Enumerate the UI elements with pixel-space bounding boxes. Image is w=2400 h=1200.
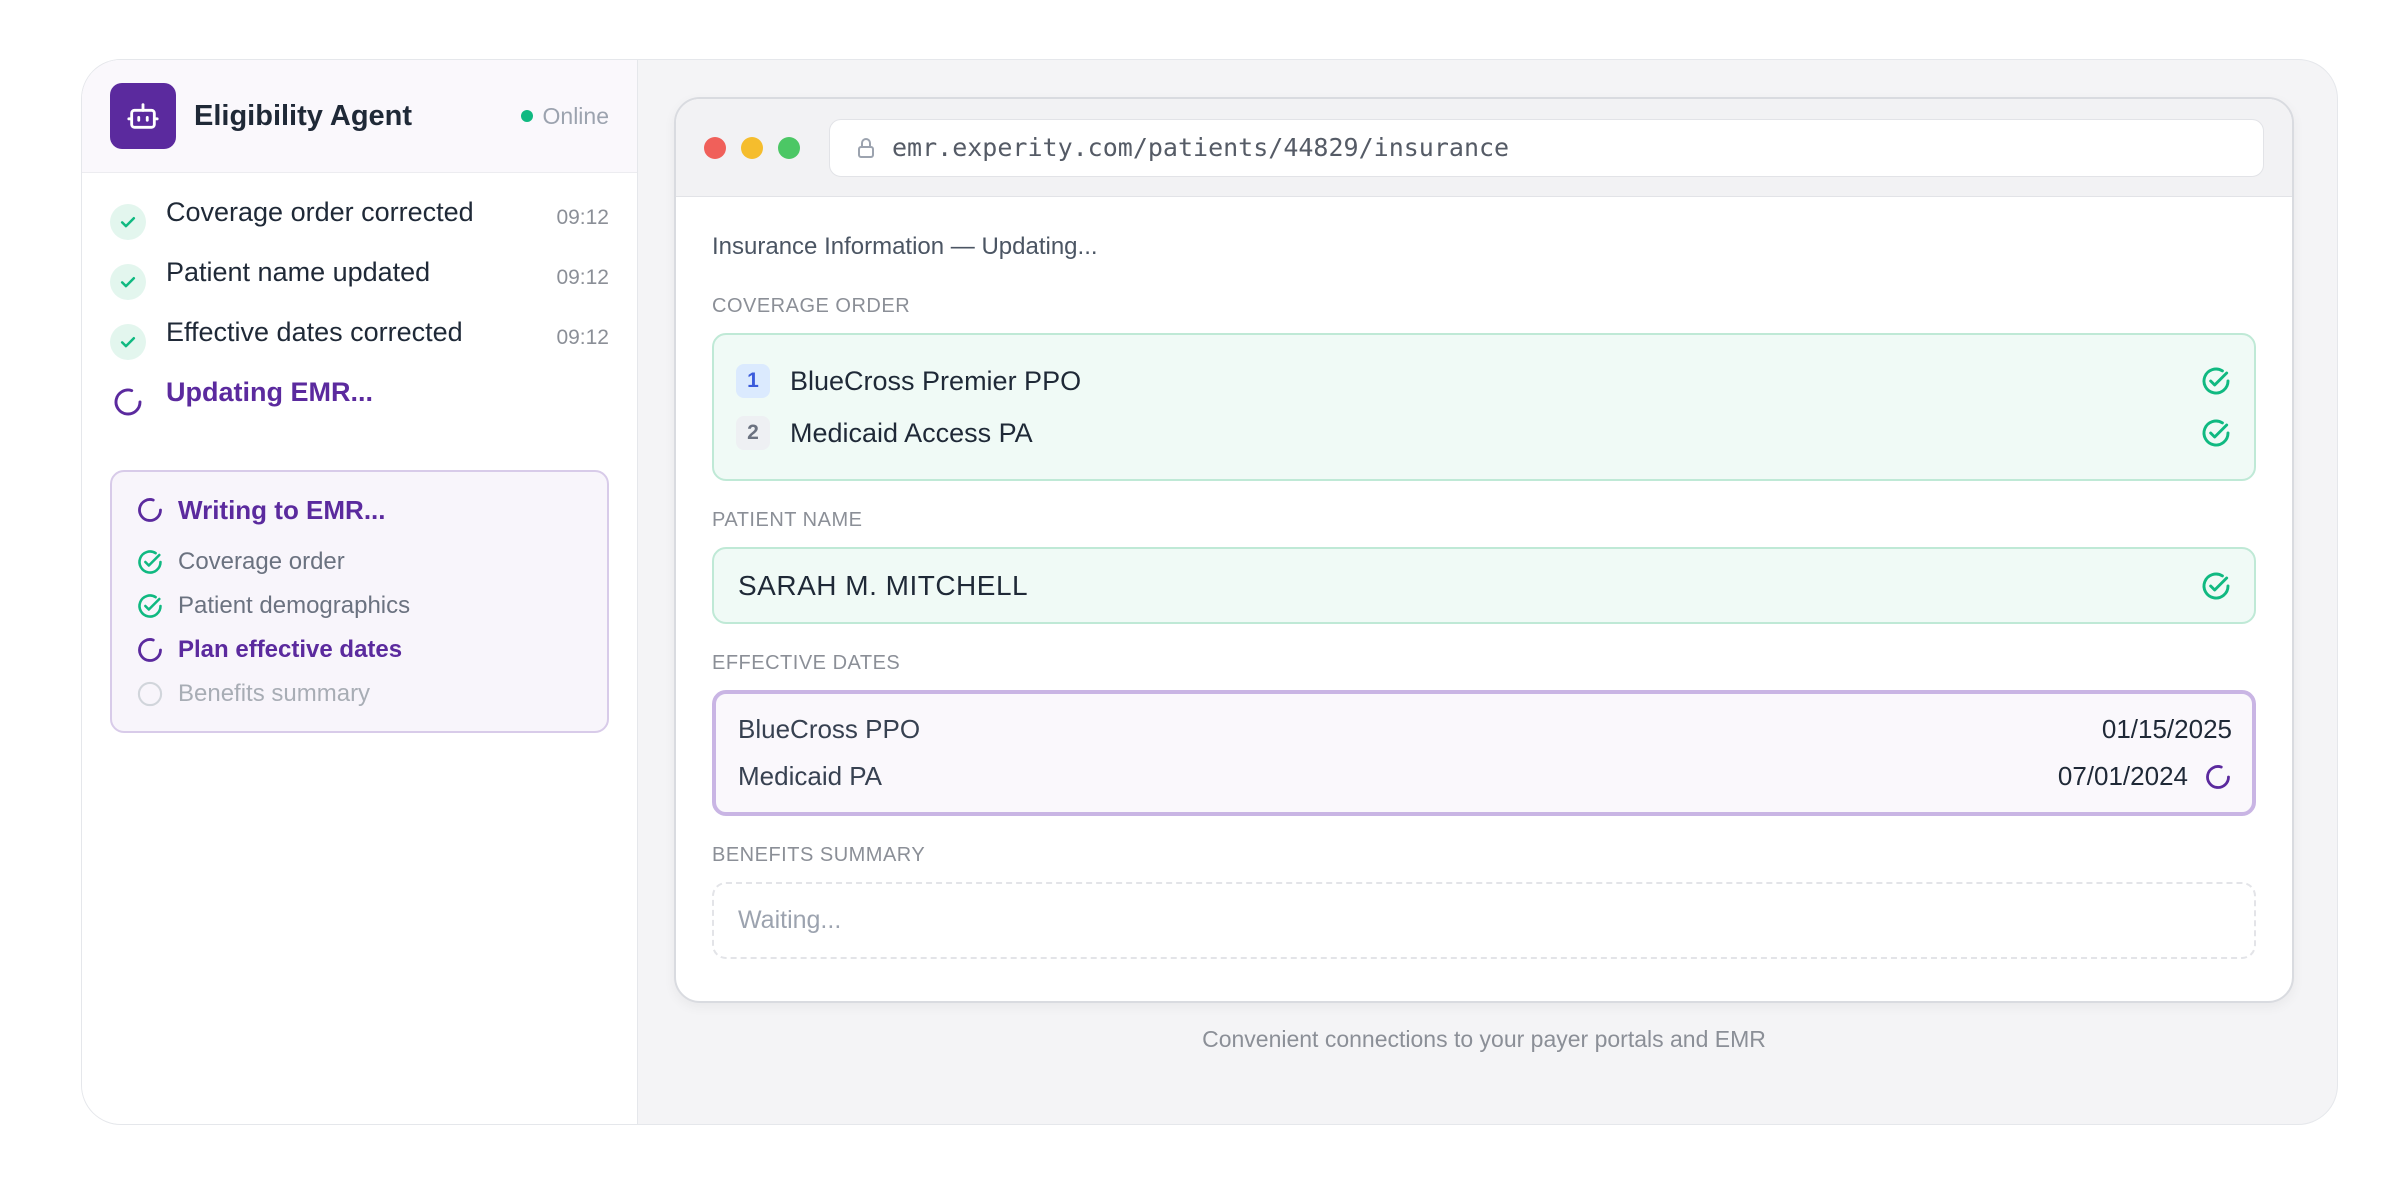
rank-badge: 1: [736, 364, 770, 398]
app-frame: Eligibility Agent Online Coverage order …: [81, 59, 2338, 1125]
step-item: Effective dates corrected 09:12: [82, 312, 637, 372]
emr-task-item: Benefits summary: [136, 672, 583, 716]
check-icon: [110, 204, 146, 240]
coverage-order-label: COVERAGE ORDER: [712, 295, 911, 317]
step-label: Effective dates corrected: [166, 317, 463, 347]
address-bar[interactable]: emr.experity.com/patients/44829/insuranc…: [829, 118, 2264, 177]
agent-step-list: Coverage order corrected 09:12 Patient n…: [82, 173, 637, 432]
emr-page: Insurance Information — Updating... COVE…: [676, 197, 2292, 959]
patient-name-value: SARAH M. MITCHELL: [738, 569, 1029, 601]
patient-name-field[interactable]: SARAH M. MITCHELL: [712, 547, 2256, 624]
coverage-row: 1 BlueCross Premier PPO: [736, 355, 2232, 407]
robot-icon: [110, 83, 176, 149]
effective-dates-box: BlueCross PPO 01/15/2025 Medicaid PA 07/…: [712, 690, 2256, 816]
check-circle-icon: [138, 550, 162, 574]
coverage-name: Medicaid Access PA: [790, 417, 1033, 448]
emr-task-label: Benefits summary: [178, 680, 371, 707]
browser-area: emr.experity.com/patients/44829/insuranc…: [638, 60, 2337, 1124]
agent-header: Eligibility Agent Online: [82, 60, 637, 173]
close-window-button[interactable]: [704, 136, 726, 159]
emr-task-label: Plan effective dates: [178, 636, 403, 663]
date-plan: BlueCross PPO: [738, 714, 921, 744]
coverage-row: 2 Medicaid Access PA: [736, 407, 2232, 459]
emr-task-list: Coverage order Patient demographics Plan…: [136, 540, 583, 716]
browser-toolbar: emr.experity.com/patients/44829/insuranc…: [676, 99, 2292, 197]
check-circle-icon: [138, 594, 162, 618]
step-label: Coverage order corrected: [166, 197, 474, 227]
url-text[interactable]: emr.experity.com/patients/44829/insuranc…: [892, 133, 1509, 162]
spinner-icon: [110, 384, 146, 420]
check-circle-icon: [2202, 572, 2230, 599]
emr-write-card: Writing to EMR... Coverage order Patient…: [110, 470, 609, 733]
step-time: 09:12: [556, 206, 609, 229]
check-circle-icon: [2202, 419, 2230, 447]
effective-dates-label: EFFECTIVE DATES: [712, 652, 901, 674]
benefits-summary-field: Waiting...: [712, 882, 2256, 959]
spinner-icon: [138, 638, 162, 662]
step-label-active: Updating EMR...: [166, 377, 373, 407]
emr-card-title: Writing to EMR...: [178, 494, 386, 525]
empty-circle-icon: [137, 681, 163, 707]
check-circle-icon: [2202, 367, 2230, 395]
step-label: Patient name updated: [166, 257, 431, 287]
spinner-icon: [2206, 764, 2230, 789]
emr-task-label: Coverage order: [178, 548, 345, 575]
agent-panel: Eligibility Agent Online Coverage order …: [82, 60, 638, 1124]
step-item: Coverage order corrected 09:12: [82, 192, 637, 252]
patient-name-label: PATIENT NAME: [712, 509, 863, 531]
emr-task-item: Patient demographics: [136, 584, 583, 628]
rank-badge: 2: [736, 416, 770, 450]
benefits-summary-label: BENEFITS SUMMARY: [712, 844, 926, 866]
benefits-summary-value: Waiting...: [738, 906, 842, 934]
coverage-name: BlueCross Premier PPO: [790, 365, 1082, 396]
date-value[interactable]: 01/15/2025: [2102, 714, 2232, 745]
emr-task-item: Coverage order: [136, 540, 583, 584]
status-dot: [520, 110, 533, 122]
date-row: Medicaid PA 07/01/2024: [738, 753, 2232, 800]
minimize-window-button[interactable]: [741, 136, 763, 159]
check-icon: [110, 324, 146, 360]
date-row: BlueCross PPO 01/15/2025: [738, 706, 2232, 753]
step-time: 09:12: [556, 266, 609, 289]
date-plan: Medicaid PA: [738, 761, 883, 791]
step-item: Patient name updated 09:12: [82, 252, 637, 312]
lock-icon: [858, 137, 874, 158]
emr-card-header: Writing to EMR...: [136, 494, 583, 526]
emr-task-label: Patient demographics: [178, 592, 411, 619]
spinner-icon: [138, 498, 162, 522]
footer-caption: Convenient connections to your payer por…: [1202, 1026, 1766, 1052]
check-icon: [110, 264, 146, 300]
agent-title: Eligibility Agent: [194, 99, 413, 132]
coverage-order-box: 1 BlueCross Premier PPO 2 Medicaid Acces…: [712, 333, 2256, 481]
emr-task-item: Plan effective dates: [136, 628, 583, 672]
step-time: 09:12: [556, 326, 609, 349]
browser-window: emr.experity.com/patients/44829/insuranc…: [674, 97, 2294, 1003]
date-value[interactable]: 07/01/2024: [2058, 761, 2188, 792]
step-item: Updating EMR...: [82, 372, 637, 432]
status-indicator: Online: [520, 102, 609, 130]
status-label: Online: [542, 102, 609, 129]
page-title: Insurance Information — Updating...: [712, 233, 1098, 260]
maximize-window-button[interactable]: [778, 136, 800, 159]
